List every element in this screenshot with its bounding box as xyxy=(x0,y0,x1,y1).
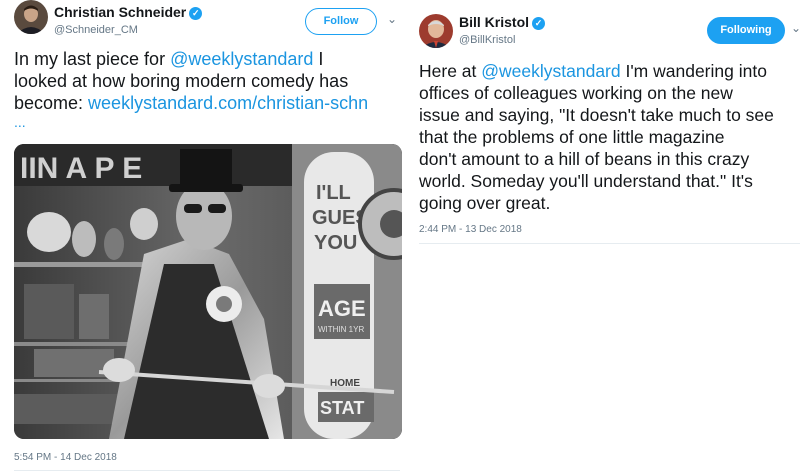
tweet-photo[interactable]: IIN A P E I'LL GUES YOU AGE WITHIN 1YR H… xyxy=(14,144,402,439)
tweet-text-line: I xyxy=(313,49,324,69)
user-handle[interactable]: @BillKristol xyxy=(459,34,515,46)
divider xyxy=(14,470,400,471)
tweet-text-line: I'm wandering into xyxy=(620,61,767,81)
mention-link[interactable]: @weeklystandard xyxy=(481,61,620,81)
follow-button[interactable]: Follow xyxy=(305,8,377,35)
tweet-text-line: world. Someday you'll understand that." … xyxy=(419,171,753,191)
chevron-down-icon[interactable]: ⌄ xyxy=(791,21,800,35)
avatar[interactable] xyxy=(14,0,48,34)
tweet-text: In my last piece for @weeklystandard I l… xyxy=(14,48,400,130)
tweet-timestamp[interactable]: 2:44 PM - 13 Dec 2018 xyxy=(419,224,522,235)
user-handle[interactable]: @Schneider_CM xyxy=(54,24,138,36)
tweet-text-line: going over great. xyxy=(419,193,551,213)
tweet-timestamp[interactable]: 5:54 PM - 14 Dec 2018 xyxy=(14,452,117,463)
verified-badge-icon: ✓ xyxy=(189,7,203,20)
following-button[interactable]: Following xyxy=(707,17,785,44)
photo-sign-text: I'LL xyxy=(316,182,351,204)
tweet-text: Here at @weeklystandard I'm wandering in… xyxy=(419,60,800,214)
photo-sign-text: IIN A P E xyxy=(20,152,142,185)
article-link[interactable]: weeklystandard.com/christian-schn xyxy=(88,93,368,113)
divider xyxy=(419,243,800,244)
tweet-text-line: Here at xyxy=(419,61,482,81)
photo-sign-text: WITHIN 1YR xyxy=(318,325,364,334)
display-name-text[interactable]: Christian Schneider xyxy=(54,4,186,20)
photo-sign-text: YOU xyxy=(314,232,357,254)
tweet-bill-kristol: Bill Kristol ✓ @BillKristol Following ⌄ H… xyxy=(402,0,800,472)
tweet-text-line: In my last piece for xyxy=(14,49,171,69)
display-name[interactable]: Christian Schneider ✓ xyxy=(54,4,203,20)
verified-badge-icon: ✓ xyxy=(532,17,546,30)
show-more-link[interactable]: ... xyxy=(14,114,400,130)
tweet-text-line: don't amount to a hill of beans in this … xyxy=(419,149,750,169)
chevron-down-icon[interactable]: ⌄ xyxy=(387,12,397,26)
tweet-text-line: issue and saying, "It doesn't take much … xyxy=(419,105,774,125)
tweet-text-line: offices of colleagues working on the new xyxy=(419,83,733,103)
tweet-christian-schneider: Christian Schneider ✓ @Schneider_CM Follo… xyxy=(0,0,402,472)
display-name-text[interactable]: Bill Kristol xyxy=(459,14,529,30)
avatar[interactable] xyxy=(419,14,453,48)
tweet-text-line: looked at how boring modern comedy has xyxy=(14,71,349,91)
tweet-text-line: become: xyxy=(14,93,89,113)
photo-sign-text: STAT xyxy=(320,398,364,418)
mention-link[interactable]: @weeklystandard xyxy=(170,49,313,69)
photo-sign-text: AGE xyxy=(318,296,366,321)
tweet-text-line: that the problems of one little magazine xyxy=(419,127,725,147)
display-name[interactable]: Bill Kristol ✓ xyxy=(459,14,546,30)
